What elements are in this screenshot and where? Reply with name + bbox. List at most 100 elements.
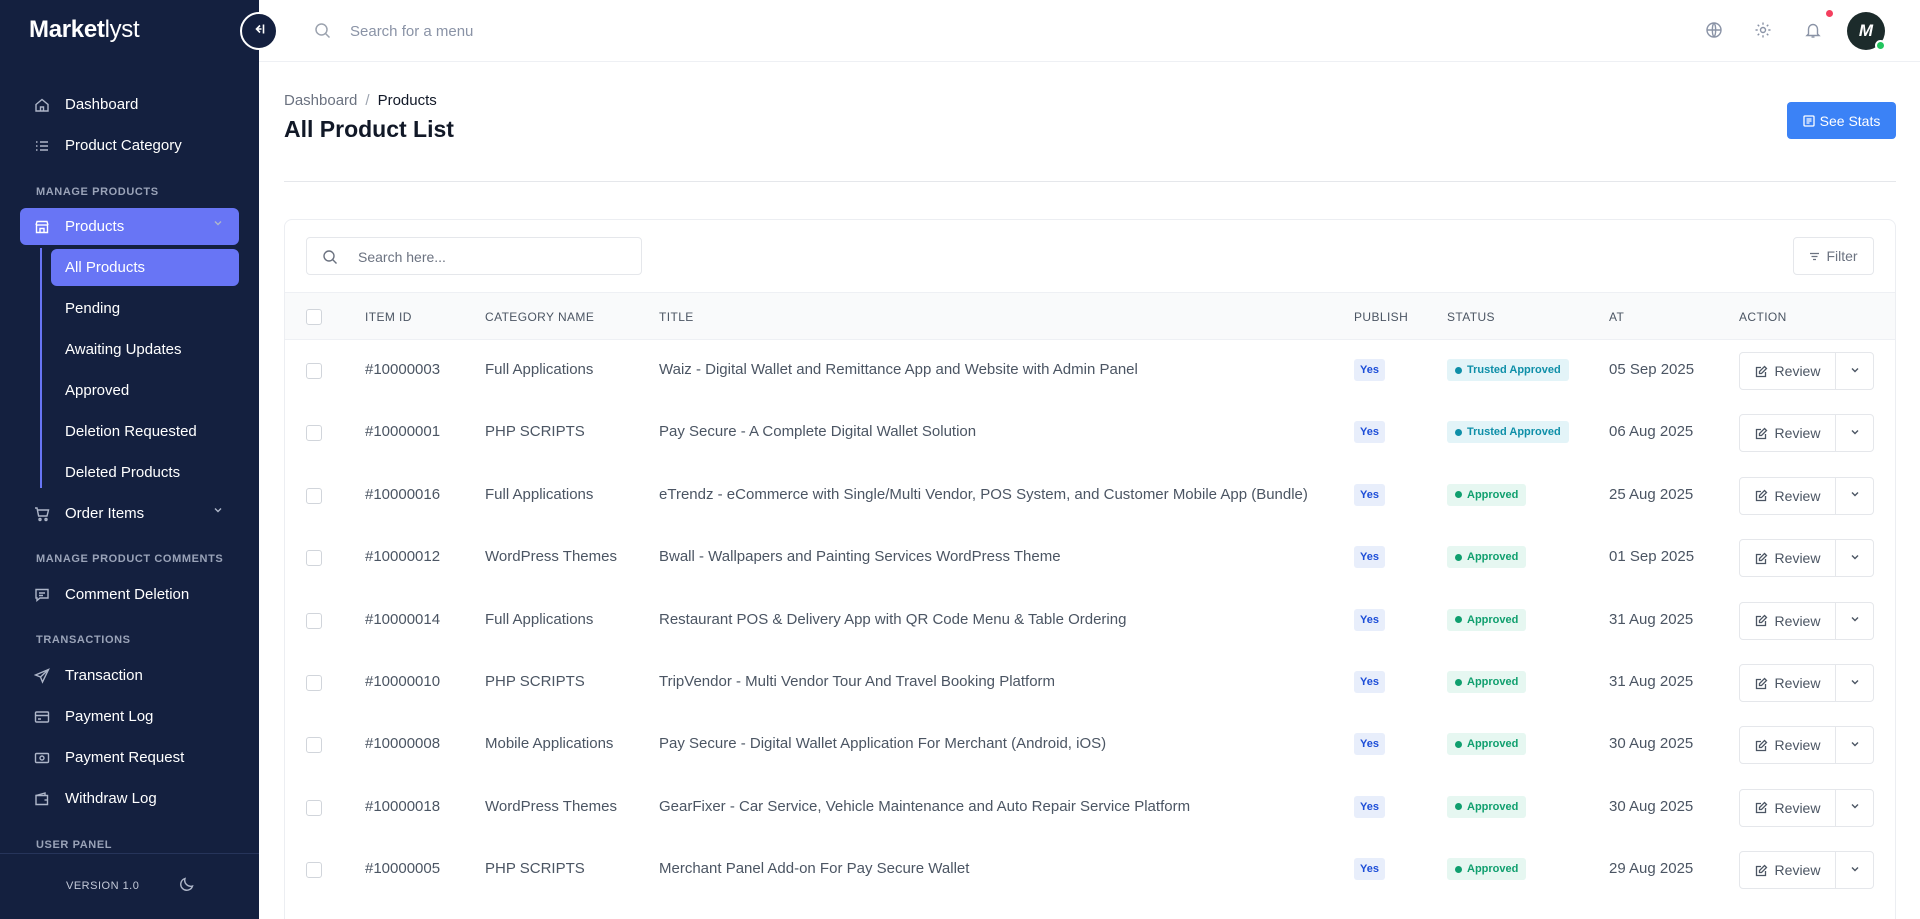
status-label: Approved — [1467, 738, 1519, 751]
category-cell: PHP SCRIPTS — [485, 423, 585, 441]
sidebar-subitem-pending[interactable]: Pending — [51, 290, 239, 327]
sidebar-item-comment-deletion[interactable]: Comment Deletion — [20, 576, 239, 613]
row-checkbox[interactable] — [306, 862, 322, 879]
globe-icon[interactable] — [1705, 21, 1723, 44]
row-checkbox[interactable] — [306, 737, 322, 754]
row-checkbox[interactable] — [306, 612, 322, 629]
review-button[interactable]: Review — [1739, 539, 1836, 578]
title-cell: Waiz - Digital Wallet and Remittance App… — [659, 361, 1138, 378]
app-logo[interactable]: Marketlyst — [29, 16, 140, 44]
table-search-input[interactable] — [358, 247, 628, 267]
row-checkbox[interactable] — [306, 487, 322, 504]
item-id-cell: #10000016 — [365, 485, 441, 503]
review-label: Review — [1774, 862, 1821, 879]
row-actions-dropdown[interactable] — [1835, 414, 1874, 453]
status-label: Approved — [1467, 488, 1519, 501]
breadcrumb-home-link[interactable]: Dashboard — [284, 92, 357, 109]
select-all-checkbox[interactable] — [306, 309, 322, 325]
row-actions-dropdown[interactable] — [1835, 851, 1874, 890]
sidebar-item-dashboard[interactable]: Dashboard — [20, 86, 239, 123]
row-actions-dropdown[interactable] — [1835, 539, 1874, 578]
review-label: Review — [1774, 737, 1821, 754]
menu-search-input[interactable] — [350, 19, 750, 43]
row-checkbox[interactable] — [306, 363, 322, 379]
sidebar-subitem-approved[interactable]: Approved — [51, 372, 239, 409]
column-header-item-id[interactable]: ITEM ID — [365, 310, 412, 324]
sidebar-item-withdraw-log[interactable]: Withdraw Log — [20, 780, 239, 817]
sidebar-subitem-awaiting-updates[interactable]: Awaiting Updates — [51, 331, 239, 368]
sidebar-collapse-button[interactable] — [240, 12, 278, 50]
sidebar-subitem-all-products[interactable]: All Products — [51, 249, 239, 286]
status-dot — [1455, 491, 1462, 499]
review-button[interactable]: Review — [1739, 414, 1836, 453]
review-label: Review — [1774, 363, 1821, 379]
chevron-down-icon — [1850, 552, 1860, 565]
category-cell: PHP SCRIPTS — [485, 673, 585, 690]
status-badge: Approved — [1447, 671, 1527, 693]
review-button[interactable]: Review — [1739, 664, 1836, 702]
review-button[interactable]: Review — [1739, 726, 1836, 765]
row-actions-dropdown[interactable] — [1835, 476, 1874, 515]
status-label: Approved — [1467, 800, 1519, 813]
row-actions-dropdown[interactable] — [1835, 788, 1874, 827]
review-button[interactable]: Review — [1739, 601, 1836, 640]
sidebar-item-payment-log[interactable]: Payment Log — [20, 698, 239, 735]
review-button[interactable]: Review — [1739, 788, 1836, 827]
see-stats-button[interactable]: See Stats — [1787, 102, 1896, 139]
review-button[interactable]: Review — [1739, 476, 1836, 515]
review-button[interactable]: Review — [1739, 352, 1836, 390]
column-header-category[interactable]: CATEGORY NAME — [485, 310, 594, 324]
cash-icon — [34, 750, 50, 766]
card-icon — [34, 709, 50, 725]
see-stats-label: See Stats — [1819, 112, 1881, 129]
review-button[interactable]: Review — [1739, 851, 1836, 890]
chevron-down-icon — [1850, 677, 1860, 690]
table-row: #10000005 PHP SCRIPTS Merchant Panel Add-o… — [285, 839, 1895, 901]
bell-icon[interactable] — [1804, 21, 1822, 44]
sidebar-subitem-label: All Products — [65, 259, 146, 276]
column-header-status[interactable]: STATUS — [1447, 310, 1495, 324]
section-label-manage-products: MANAGE PRODUCTS — [36, 186, 159, 198]
row-checkbox[interactable] — [306, 675, 322, 691]
filter-button[interactable]: Filter — [1793, 237, 1874, 275]
row-actions-dropdown[interactable] — [1835, 664, 1874, 702]
sidebar-item-transaction[interactable]: Transaction — [20, 657, 239, 694]
sidebar-subitem-label: Deletion Requested — [65, 423, 197, 440]
sidebar-item-product-category[interactable]: Product Category — [20, 127, 239, 164]
sidebar: Marketlyst Dashboard Product Category MA… — [0, 0, 259, 919]
search-icon — [322, 249, 338, 270]
column-header-publish[interactable]: PUBLISH — [1354, 310, 1408, 324]
row-checkbox[interactable] — [306, 550, 322, 567]
title-cell: eTrendz - eCommerce with Single/Multi Ve… — [659, 485, 1308, 503]
avatar[interactable]: M — [1847, 12, 1886, 51]
theme-toggle-icon[interactable] — [179, 876, 195, 897]
status-dot — [1455, 740, 1462, 748]
sidebar-item-payment-request[interactable]: Payment Request — [20, 739, 239, 776]
table-row: #10000012 WordPress Themes Bwall - Wallpap… — [285, 527, 1895, 589]
table-row: #10000010 PHP SCRIPTS TripVendor - Multi V… — [285, 652, 1895, 714]
row-checkbox[interactable] — [306, 799, 322, 816]
publish-badge: Yes — [1354, 421, 1385, 444]
item-id-cell: #10000003 — [365, 361, 441, 378]
sidebar-item-label: Payment Request — [65, 749, 185, 766]
sidebar-item-label: Product Category — [65, 137, 182, 154]
review-label: Review — [1774, 675, 1821, 691]
sidebar-item-products[interactable]: Products — [20, 208, 239, 245]
filter-icon — [1809, 251, 1820, 262]
column-header-at[interactable]: AT — [1609, 310, 1624, 324]
row-actions-dropdown[interactable] — [1835, 726, 1874, 765]
sidebar-item-label: Withdraw Log — [65, 790, 157, 807]
row-actions-dropdown[interactable] — [1835, 601, 1874, 640]
column-header-title[interactable]: TITLE — [659, 310, 694, 324]
row-actions-dropdown[interactable] — [1835, 352, 1874, 390]
row-checkbox[interactable] — [306, 425, 322, 442]
status-badge: Trusted Approved — [1447, 421, 1569, 444]
sidebar-item-label: Transaction — [65, 667, 143, 684]
sidebar-item-order-items[interactable]: Order Items — [20, 495, 239, 532]
sidebar-subitem-deleted-products[interactable]: Deleted Products — [51, 454, 239, 491]
status-label: Approved — [1467, 863, 1519, 876]
sidebar-subitem-deletion-requested[interactable]: Deletion Requested — [51, 413, 239, 450]
gear-icon[interactable] — [1754, 21, 1772, 44]
section-label-transactions: TRANSACTIONS — [36, 634, 131, 646]
sidebar-footer: VERSION 1.0 — [0, 853, 259, 919]
